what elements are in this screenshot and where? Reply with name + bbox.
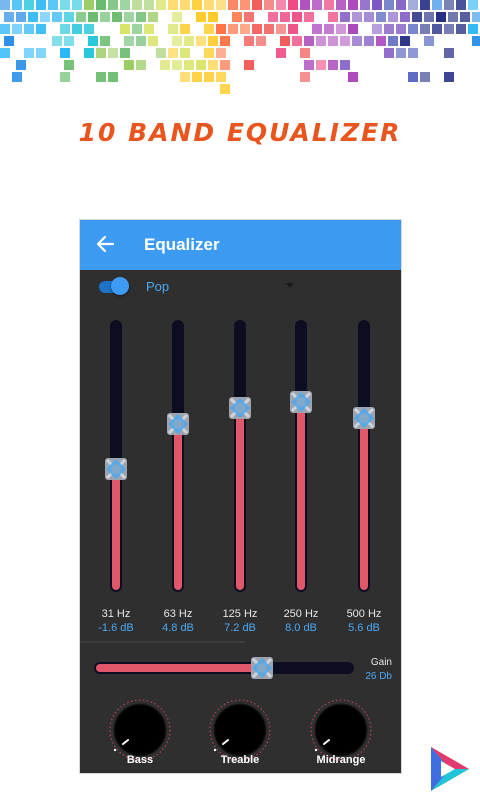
knob-label: Midrange <box>316 754 366 766</box>
page-title: Equalizer <box>144 235 220 254</box>
chevron-down-icon[interactable] <box>286 283 294 288</box>
knob-label: Bass <box>126 754 154 766</box>
band-frequency: 63 Hz <box>163 608 193 620</box>
pixel-art-banner <box>0 0 480 94</box>
slider-thumb[interactable] <box>228 396 252 420</box>
master-gain-value: 26 Db <box>365 671 392 682</box>
slider-track[interactable] <box>110 320 122 592</box>
promo-headline: 10 BAND EQUALIZER <box>78 118 402 147</box>
knob-midrange[interactable] <box>309 698 373 762</box>
divider <box>80 641 245 643</box>
slider-track[interactable] <box>358 320 370 592</box>
play-logo-icon <box>431 747 469 791</box>
band-frequency: 125 Hz <box>222 608 258 620</box>
slider-fill <box>96 664 262 672</box>
band-gain: -1.6 dB <box>98 622 134 634</box>
slider-track[interactable] <box>234 320 246 592</box>
slider-thumb[interactable] <box>104 457 128 481</box>
preset-select[interactable]: Pop <box>146 279 169 294</box>
knob-bass[interactable] <box>108 698 172 762</box>
slider-fill <box>112 469 120 590</box>
slider-thumb[interactable] <box>166 412 190 436</box>
app-bar: Equalizer <box>80 220 401 270</box>
band-gain: 4.8 dB <box>162 622 194 634</box>
band-slider-4[interactable]: 500 Hz 5.6 dB <box>334 320 394 638</box>
toggle-thumb <box>111 277 129 295</box>
slider-fill <box>297 402 305 590</box>
band-slider-0[interactable]: 31 Hz -1.6 dB <box>86 320 146 638</box>
band-slider-2[interactable]: 125 Hz 7.2 dB <box>210 320 270 638</box>
slider-thumb[interactable] <box>289 390 313 414</box>
equalizer-toggle[interactable] <box>99 277 129 295</box>
knob-label: Treable <box>220 754 260 766</box>
arrow-left-icon[interactable] <box>95 234 115 254</box>
slider-thumb[interactable] <box>352 406 376 430</box>
band-frequency: 500 Hz <box>346 608 382 620</box>
knob-treable[interactable] <box>208 698 272 762</box>
band-slider-3[interactable]: 250 Hz 8.0 dB <box>271 320 331 638</box>
band-frequency: 31 Hz <box>101 608 131 620</box>
band-gain: 8.0 dB <box>285 622 317 634</box>
band-gain: 5.6 dB <box>348 622 380 634</box>
slider-fill <box>174 424 182 590</box>
slider-track[interactable] <box>172 320 184 592</box>
slider-fill <box>236 408 244 590</box>
band-gain: 7.2 dB <box>224 622 256 634</box>
master-gain-label: Gain <box>370 657 392 668</box>
band-frequency: 250 Hz <box>283 608 319 620</box>
slider-fill <box>360 418 368 590</box>
equalizer-screen: Equalizer Pop 31 Hz -1.6 dB 63 Hz 4.8 dB 125… <box>80 220 401 773</box>
master-gain-thumb[interactable] <box>250 656 274 680</box>
master-gain-slider[interactable] <box>94 662 354 674</box>
band-slider-1[interactable]: 63 Hz 4.8 dB <box>148 320 208 638</box>
slider-track[interactable] <box>295 320 307 592</box>
